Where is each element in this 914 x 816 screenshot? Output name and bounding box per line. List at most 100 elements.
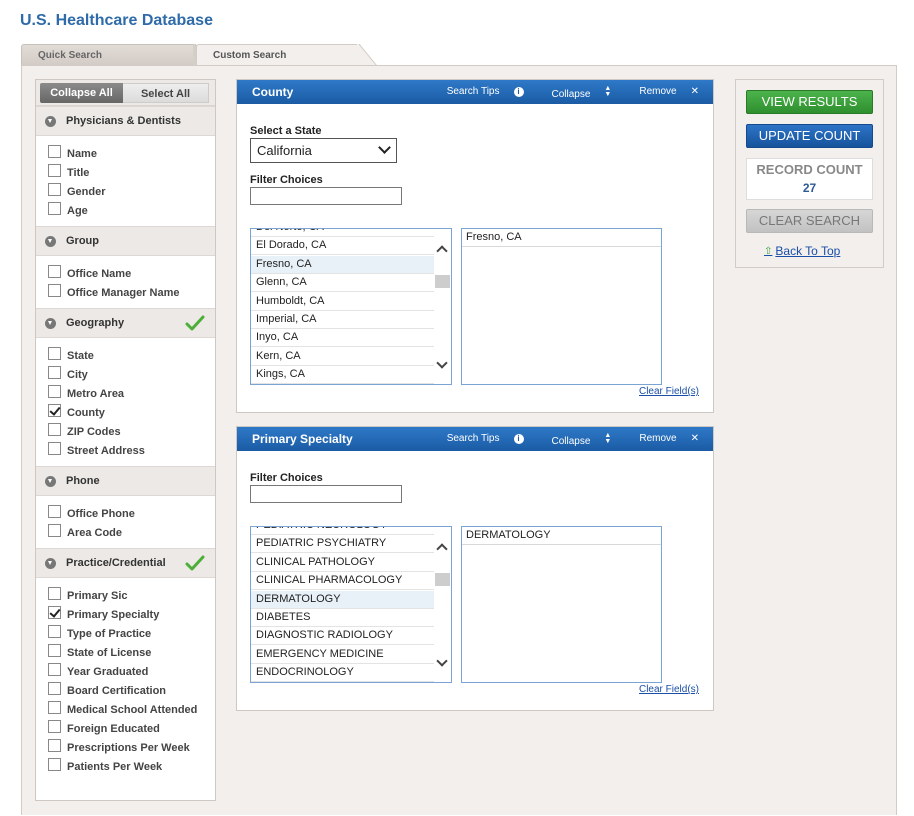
collapse-arrow-icon[interactable] (45, 318, 56, 329)
specialty-filter-input[interactable] (250, 485, 402, 503)
field-checkbox-street-address[interactable]: Street Address (48, 441, 215, 460)
list-option[interactable]: PEDIATRIC NEUROLOGY (251, 527, 435, 535)
scroll-down-icon[interactable] (436, 357, 448, 369)
group-header-geography[interactable]: Geography (36, 308, 215, 338)
checkbox[interactable] (48, 701, 61, 714)
field-checkbox-board-certification[interactable]: Board Certification (48, 681, 215, 700)
group-header-physicians-dentists[interactable]: Physicians & Dentists (36, 106, 215, 136)
checkbox[interactable] (48, 366, 61, 379)
checkbox[interactable] (48, 404, 61, 417)
scroll-up-icon[interactable] (436, 543, 448, 555)
specialty-remove[interactable]: Remove ✕ (625, 433, 699, 447)
list-option[interactable]: CLINICAL PATHOLOGY (251, 554, 435, 572)
field-checkbox-primary-specialty[interactable]: Primary Specialty (48, 605, 215, 624)
field-checkbox-primary-sic[interactable]: Primary Sic (48, 586, 215, 605)
group-header-group[interactable]: Group (36, 226, 215, 256)
county-clear-fields-link[interactable]: Clear Field(s) (639, 386, 699, 397)
clear-search-button[interactable]: CLEAR SEARCH (746, 209, 873, 233)
specialty-selected-list[interactable]: DERMATOLOGY (461, 526, 662, 683)
field-checkbox-metro-area[interactable]: Metro Area (48, 384, 215, 403)
county-collapse[interactable]: Collapse ▲ ▼ (538, 85, 612, 100)
checkbox[interactable] (48, 145, 61, 158)
collapse-arrow-icon[interactable] (45, 558, 56, 569)
field-checkbox-name[interactable]: Name (48, 144, 215, 163)
checkbox[interactable] (48, 644, 61, 657)
scroll-down-icon[interactable] (436, 655, 448, 667)
field-checkbox-office-name[interactable]: Office Name (48, 264, 215, 283)
select-all-button[interactable]: Select All (123, 83, 209, 103)
collapse-arrow-icon[interactable] (45, 476, 56, 487)
field-checkbox-county[interactable]: County (48, 403, 215, 422)
list-option[interactable]: Imperial, CA (251, 311, 435, 329)
county-remove[interactable]: Remove ✕ (625, 86, 699, 100)
county-filter-input[interactable] (250, 187, 402, 205)
list-option[interactable]: Humboldt, CA (251, 293, 435, 311)
field-checkbox-medical-school-attended[interactable]: Medical School Attended (48, 700, 215, 719)
group-header-phone[interactable]: Phone (36, 466, 215, 496)
collapse-arrow-icon[interactable] (45, 116, 56, 127)
checkbox[interactable] (48, 606, 61, 619)
checkbox[interactable] (48, 265, 61, 278)
back-to-top-link[interactable]: ⇧ Back To Top (764, 244, 840, 258)
checkbox[interactable] (48, 663, 61, 676)
list-option[interactable]: Glenn, CA (251, 274, 435, 293)
checkbox[interactable] (48, 758, 61, 771)
checkbox[interactable] (48, 202, 61, 215)
update-count-button[interactable]: UPDATE COUNT (746, 124, 873, 148)
list-option[interactable]: CLINICAL PHARMACOLOGY (251, 572, 435, 591)
field-checkbox-prescriptions-per-week[interactable]: Prescriptions Per Week (48, 738, 215, 757)
scroll-thumb[interactable] (435, 573, 450, 586)
list-option[interactable]: Kings, CA (251, 366, 435, 384)
specialty-clear-fields-link[interactable]: Clear Field(s) (639, 684, 699, 695)
checkbox[interactable] (48, 284, 61, 297)
scroll-up-icon[interactable] (436, 245, 448, 257)
view-results-button[interactable]: VIEW RESULTS (746, 90, 873, 114)
list-option[interactable]: El Dorado, CA (251, 237, 435, 256)
field-checkbox-office-phone[interactable]: Office Phone (48, 504, 215, 523)
county-options-scrollbar[interactable] (434, 229, 451, 384)
checkbox[interactable] (48, 385, 61, 398)
field-checkbox-area-code[interactable]: Area Code (48, 523, 215, 542)
list-option[interactable]: Kern, CA (251, 348, 435, 366)
county-search-tips[interactable]: Search Tips i (433, 86, 524, 100)
checkbox[interactable] (48, 183, 61, 196)
county-options-list[interactable]: Del Norte, CAEl Dorado, CAFresno, CAGlen… (250, 228, 452, 385)
list-option[interactable]: EMERGENCY MEDICINE (251, 646, 435, 664)
field-checkbox-state[interactable]: State (48, 346, 215, 365)
scroll-thumb[interactable] (435, 275, 450, 288)
checkbox[interactable] (48, 587, 61, 600)
specialty-options-scrollbar[interactable] (434, 527, 451, 682)
collapse-arrow-icon[interactable] (45, 236, 56, 247)
list-option[interactable]: PEDIATRIC PSYCHIATRY (251, 535, 435, 554)
field-checkbox-patients-per-week[interactable]: Patients Per Week (48, 757, 215, 776)
list-option[interactable]: DIABETES (251, 609, 435, 627)
field-checkbox-city[interactable]: City (48, 365, 215, 384)
tab-quick-search[interactable]: Quick Search (21, 44, 213, 66)
specialty-options-list[interactable]: PEDIATRIC NEUROLOGYPEDIATRIC PSYCHIATRYC… (250, 526, 452, 683)
checkbox[interactable] (48, 423, 61, 436)
list-option[interactable]: ENDOCRINOLOGY (251, 664, 435, 682)
specialty-search-tips[interactable]: Search Tips i (433, 433, 524, 447)
checkbox[interactable] (48, 739, 61, 752)
checkbox[interactable] (48, 164, 61, 177)
field-checkbox-state-of-license[interactable]: State of License (48, 643, 215, 662)
checkbox[interactable] (48, 442, 61, 455)
field-checkbox-age[interactable]: Age (48, 201, 215, 220)
checkbox[interactable] (48, 505, 61, 518)
collapse-all-button[interactable]: Collapse All (40, 83, 123, 103)
tab-custom-search[interactable]: Custom Search (196, 44, 377, 66)
list-option[interactable]: Inyo, CA (251, 329, 435, 348)
field-checkbox-type-of-practice[interactable]: Type of Practice (48, 624, 215, 643)
checkbox[interactable] (48, 625, 61, 638)
list-option[interactable]: DIAGNOSTIC RADIOLOGY (251, 627, 435, 646)
checkbox[interactable] (48, 682, 61, 695)
list-option[interactable]: Fresno, CA (251, 255, 435, 274)
checkbox[interactable] (48, 720, 61, 733)
checkbox[interactable] (48, 347, 61, 360)
group-header-practice-credential[interactable]: Practice/Credential (36, 548, 215, 578)
checkbox[interactable] (48, 524, 61, 537)
state-select[interactable]: California (250, 138, 397, 163)
field-checkbox-gender[interactable]: Gender (48, 182, 215, 201)
field-checkbox-year-graduated[interactable]: Year Graduated (48, 662, 215, 681)
specialty-collapse[interactable]: Collapse ▲ ▼ (538, 432, 612, 447)
